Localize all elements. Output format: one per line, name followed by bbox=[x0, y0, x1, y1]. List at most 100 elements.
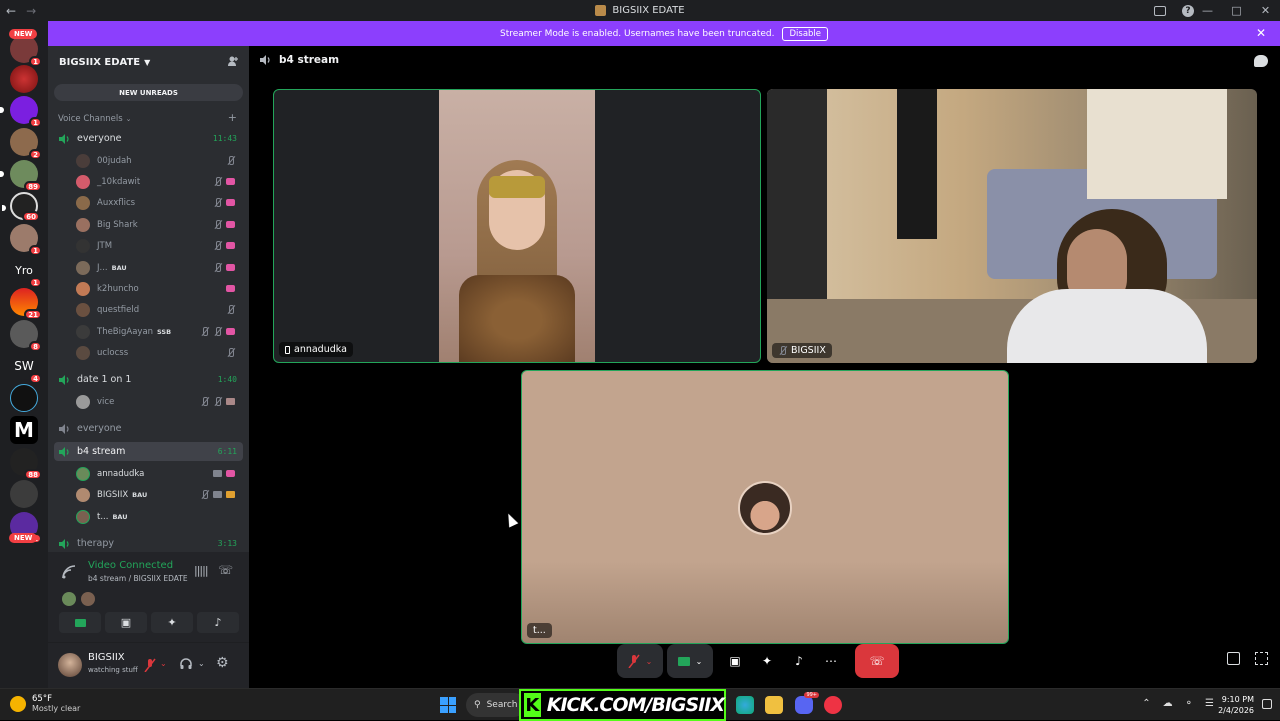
inbox-icon[interactable] bbox=[1154, 5, 1166, 16]
voice-user[interactable]: Auxxflics bbox=[76, 193, 241, 212]
voice-user[interactable]: k2huncho bbox=[76, 279, 241, 298]
server-icon-2[interactable] bbox=[10, 65, 38, 93]
voice-user[interactable]: vice bbox=[76, 392, 241, 411]
disconnect-button[interactable]: ☏ bbox=[855, 644, 899, 678]
popout-icon[interactable] bbox=[1227, 652, 1240, 665]
network-icon[interactable]: ☰ bbox=[1205, 698, 1214, 709]
server-icon-5[interactable]: 89 bbox=[0, 160, 42, 192]
start-icon[interactable] bbox=[440, 697, 456, 713]
new-unreads-button[interactable]: NEW UNREADS bbox=[54, 84, 243, 101]
screen-share-icon: ▣ bbox=[729, 654, 741, 668]
store-icon[interactable] bbox=[765, 696, 783, 714]
share-screen-button[interactable]: ▣ bbox=[723, 644, 747, 678]
voice-user[interactable]: TheBigAayan SSB bbox=[76, 322, 241, 341]
voice-user[interactable]: BIGSIIX BAU bbox=[76, 485, 241, 504]
headphones-icon[interactable] bbox=[180, 658, 192, 670]
server-icon-4[interactable]: 2 bbox=[10, 128, 42, 160]
voice-user[interactable]: J... BAU bbox=[76, 258, 241, 277]
category-voice-channels[interactable]: Voice Channels ⌄ bbox=[58, 114, 132, 124]
user-name[interactable]: BIGSIIX bbox=[88, 652, 125, 663]
mute-icon bbox=[213, 177, 222, 186]
close-banner-icon[interactable]: ✕ bbox=[1256, 26, 1266, 40]
video-tile-bigsiix[interactable]: BIGSIIX bbox=[767, 89, 1257, 363]
voice-user[interactable]: JTM bbox=[76, 236, 241, 255]
kick-overlay: K KICK.COM/BIGSIIX bbox=[519, 689, 726, 721]
chevron-up-icon[interactable]: ⌃ bbox=[1142, 698, 1150, 709]
voice-user[interactable]: Big Shark bbox=[76, 215, 241, 234]
voice-channel-b4-stream[interactable]: b4 stream 6:11 bbox=[54, 442, 243, 461]
soundboard-button[interactable]: ♪ bbox=[787, 644, 811, 678]
gear-icon[interactable]: ⚙ bbox=[216, 655, 229, 671]
notification-icon[interactable] bbox=[1262, 699, 1272, 709]
connection-status[interactable]: Video Connected bbox=[88, 560, 173, 571]
fullscreen-icon[interactable] bbox=[1255, 652, 1268, 665]
new-pill[interactable]: NEW bbox=[9, 29, 38, 39]
voice-user[interactable]: annadudka bbox=[76, 464, 241, 483]
noise-suppression-icon[interactable]: ||||| bbox=[194, 564, 208, 577]
search-box[interactable]: ⚲ Search bbox=[466, 693, 526, 717]
microphone-icon[interactable]: ⚬ bbox=[1185, 698, 1193, 709]
server-icon-11[interactable]: SW 4 bbox=[10, 352, 42, 384]
server-icon-10[interactable]: 8 bbox=[10, 320, 42, 352]
maximize-icon[interactable]: □ bbox=[1222, 4, 1251, 17]
weather-widget[interactable]: 65°F Mostly clear bbox=[10, 694, 80, 713]
new-pill-bottom[interactable]: NEW bbox=[9, 533, 38, 543]
connection-location[interactable]: b4 stream / BIGSIIX EDATE bbox=[88, 574, 188, 583]
server-icon-13[interactable]: M bbox=[10, 416, 38, 444]
video-button[interactable] bbox=[59, 612, 101, 633]
user-status[interactable]: watching stuff bbox=[88, 666, 138, 674]
minimize-icon[interactable]: — bbox=[1193, 4, 1222, 17]
mic-muted-icon[interactable] bbox=[144, 658, 156, 672]
app-icon[interactable] bbox=[824, 696, 842, 714]
video-tile-t[interactable]: t... bbox=[521, 370, 1009, 644]
server-header[interactable]: BIGSIIX EDATE ▼ bbox=[48, 46, 249, 78]
server-icon-12[interactable] bbox=[10, 384, 38, 412]
banner-text: Streamer Mode is enabled. Usernames have… bbox=[499, 28, 775, 39]
voice-channel-date-1-on-1[interactable]: date 1 on 1 1:40 bbox=[54, 370, 243, 389]
camera-toggle-button[interactable]: ⌄ bbox=[667, 644, 713, 678]
server-icon-15[interactable] bbox=[10, 480, 38, 508]
activities-button[interactable]: ✦ bbox=[755, 644, 779, 678]
tile-label: t... bbox=[527, 623, 552, 638]
voice-user[interactable]: uclocss bbox=[76, 343, 241, 362]
voice-user[interactable]: _10kdawit bbox=[76, 172, 241, 191]
server-icon-6[interactable]: 60 bbox=[2, 192, 40, 222]
mute-icon bbox=[213, 198, 222, 207]
server-icon-1[interactable]: 1 bbox=[10, 35, 42, 67]
share-screen-button[interactable]: ▣ bbox=[105, 612, 147, 633]
forward-arrow-icon[interactable]: → bbox=[26, 4, 36, 18]
back-arrow-icon[interactable]: ← bbox=[6, 4, 16, 18]
video-tile-annadudka[interactable]: annadudka bbox=[273, 89, 761, 363]
voice-user[interactable]: questfield bbox=[76, 300, 241, 319]
server-icon-14[interactable]: 88 bbox=[10, 448, 42, 480]
chat-icon[interactable] bbox=[1254, 55, 1268, 67]
chevron-down-icon[interactable]: ⌄ bbox=[198, 659, 205, 668]
voice-user[interactable]: 00judah bbox=[76, 151, 241, 170]
disconnect-icon[interactable]: ☏ bbox=[218, 563, 233, 577]
mute-toggle-button[interactable]: ⌄ bbox=[617, 644, 663, 678]
disable-button[interactable]: Disable bbox=[782, 26, 829, 41]
activities-button[interactable]: ✦ bbox=[151, 612, 193, 633]
voice-user[interactable]: t... BAU bbox=[76, 507, 241, 526]
close-icon[interactable]: ✕ bbox=[1251, 4, 1280, 17]
user-avatar[interactable] bbox=[58, 653, 82, 677]
server-icon bbox=[595, 5, 607, 16]
edge-icon[interactable] bbox=[736, 696, 754, 714]
add-user-icon[interactable] bbox=[227, 55, 239, 67]
onedrive-icon[interactable]: ☁ bbox=[1163, 698, 1173, 709]
clock[interactable]: 9:10 PM 2/4/2026 bbox=[1218, 694, 1254, 716]
activity-icon bbox=[226, 398, 235, 405]
server-icon-9[interactable]: 21 bbox=[10, 288, 42, 320]
add-channel-icon[interactable]: + bbox=[228, 111, 237, 124]
chevron-down-icon[interactable]: ⌄ bbox=[160, 659, 167, 668]
avatar bbox=[76, 153, 90, 168]
server-icon-7[interactable]: 1 bbox=[10, 224, 42, 256]
server-icon-3[interactable]: 1 bbox=[0, 96, 42, 128]
discord-icon[interactable]: 99+ bbox=[795, 692, 819, 714]
more-button[interactable]: ⋯ bbox=[819, 644, 843, 678]
voice-channel-everyone[interactable]: everyone 11:43 bbox=[54, 129, 243, 148]
soundboard-button[interactable]: ♪ bbox=[197, 612, 239, 633]
voice-channel-therapy[interactable]: therapy 3:13 bbox=[54, 534, 243, 553]
server-icon-8[interactable]: Yro 1 bbox=[10, 256, 42, 288]
voice-channel-everyone-2[interactable]: everyone bbox=[54, 419, 243, 438]
